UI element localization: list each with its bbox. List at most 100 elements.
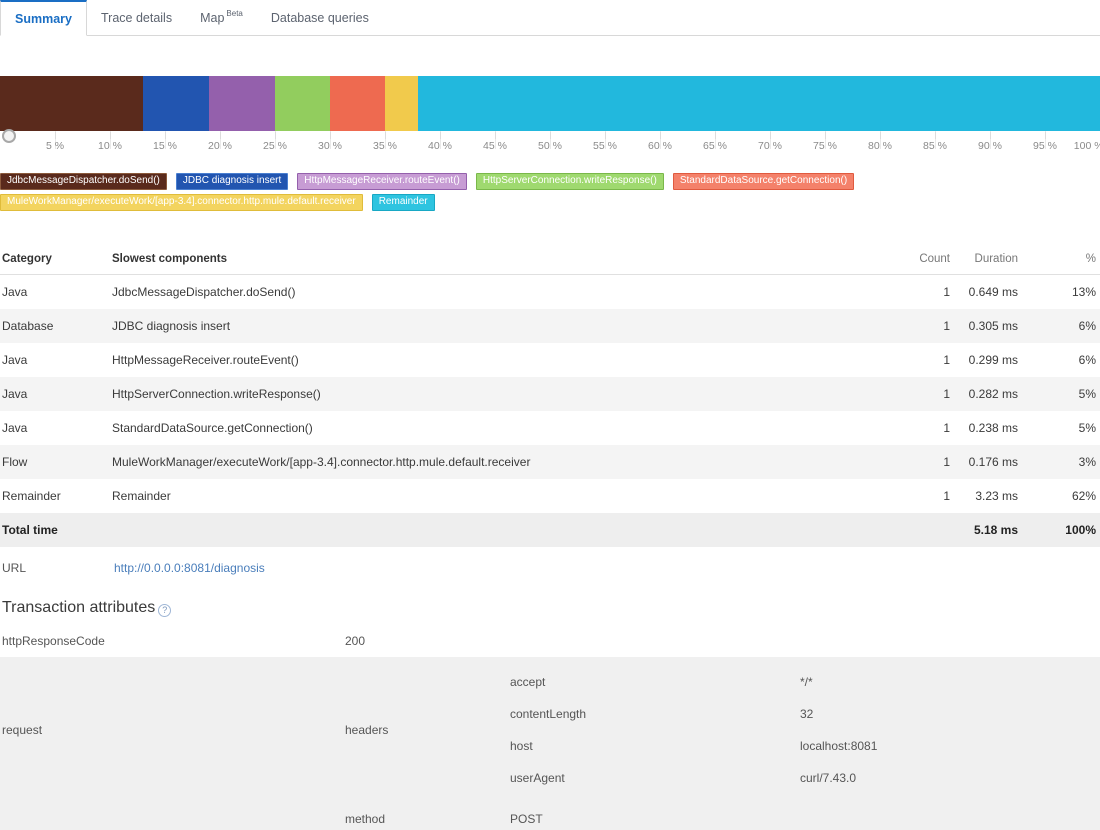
- tab-database-queries[interactable]: Database queries: [257, 0, 383, 35]
- cell-percent: 5%: [1078, 421, 1096, 435]
- cell-total-label: Total time: [2, 523, 58, 537]
- tab-summary[interactable]: Summary: [0, 0, 87, 36]
- legend-item[interactable]: HttpServerConnection.writeResponse(): [475, 173, 664, 190]
- request-header-value: curl/7.43.0: [800, 762, 1100, 794]
- cell-category: Java: [2, 353, 28, 367]
- axis-tick-label: 100 %: [1073, 140, 1100, 152]
- tab-map[interactable]: Map Beta: [186, 0, 257, 35]
- axis-tick-label: 25 %: [263, 140, 287, 152]
- request-header-value: localhost:8081: [800, 730, 1100, 762]
- cell-duration: 0.649 ms: [968, 285, 1018, 299]
- help-icon[interactable]: ?: [158, 603, 172, 617]
- cell-category: Remainder: [2, 489, 61, 503]
- table-row[interactable]: Java StandardDataSource.getConnection() 1 0…: [0, 411, 1100, 445]
- axis-tick-label: 5 %: [45, 140, 65, 152]
- legend-item[interactable]: JdbcMessageDispatcher.doSend(): [0, 173, 167, 190]
- cell-component: StandardDataSource.getConnection(): [112, 421, 313, 435]
- tab-trace-details[interactable]: Trace details: [87, 0, 186, 35]
- legend-item[interactable]: StandardDataSource.getConnection(): [672, 173, 855, 190]
- bar-segment[interactable]: [385, 76, 418, 131]
- column-header-duration[interactable]: Duration: [950, 246, 1046, 275]
- cell-component: HttpServerConnection.writeResponse(): [112, 387, 321, 401]
- cell-count: 1: [943, 455, 950, 469]
- request-headers-key-list: accept contentLength host userAgent: [510, 666, 800, 794]
- axis-tick: [605, 132, 606, 139]
- attr-row-request-method: method POST: [0, 803, 1100, 830]
- axis-tick-label: 45 %: [483, 140, 507, 152]
- request-attributes-table: request headers accept contentLength host u…: [0, 657, 1100, 830]
- table-row[interactable]: Java HttpMessageReceiver.routeEvent() 1 0.2…: [0, 343, 1100, 377]
- bar-segment[interactable]: [143, 76, 209, 131]
- cell-percent: 3%: [1078, 455, 1096, 469]
- axis-tick: [495, 132, 496, 139]
- table-row[interactable]: Remainder Remainder 1 3.23 ms 62%: [0, 479, 1100, 513]
- attr-value-http-response-code: 200: [345, 634, 366, 648]
- bar-segment[interactable]: [0, 76, 143, 131]
- axis-tick: [1045, 132, 1046, 139]
- axis-tick: [660, 132, 661, 139]
- request-header-key: host: [510, 730, 800, 762]
- attr-row-http-response-code: httpResponseCode 200: [0, 625, 1100, 657]
- cell-count: 1: [943, 489, 950, 503]
- url-row: URL http://0.0.0.0:8081/diagnosis: [0, 547, 1100, 585]
- bar-segment[interactable]: [275, 76, 330, 131]
- bar-segment[interactable]: [209, 76, 275, 131]
- request-header-key: userAgent: [510, 762, 800, 794]
- axis-tick-label: 55 %: [593, 140, 617, 152]
- axis-tick: [990, 132, 991, 139]
- table-row[interactable]: Database JDBC diagnosis insert 1 0.305 ms 6%: [0, 309, 1100, 343]
- cell-total-count: [866, 513, 950, 547]
- request-headers-values: */* 32 localhost:8081 curl/7.43.0: [800, 657, 1100, 803]
- request-header-key: contentLength: [510, 698, 800, 730]
- axis-tick: [165, 132, 166, 139]
- table-row[interactable]: Flow MuleWorkManager/executeWork/[app-3.4…: [0, 445, 1100, 479]
- axis-tick: [55, 132, 56, 139]
- request-headers-value-list: */* 32 localhost:8081 curl/7.43.0: [800, 666, 1100, 794]
- legend-item[interactable]: MuleWorkManager/executeWork/[app-3.4].co…: [0, 194, 363, 211]
- cell-duration: 0.238 ms: [968, 421, 1018, 435]
- axis-tick-label: 95 %: [1033, 140, 1057, 152]
- legend-row-secondary: MuleWorkManager/executeWork/[app-3.4].co…: [0, 194, 1100, 211]
- attr-key-http-response-code: httpResponseCode: [2, 634, 105, 648]
- request-attributes-body: request headers accept contentLength host u…: [0, 657, 1100, 830]
- legend-item[interactable]: Remainder: [371, 194, 435, 211]
- column-header-percent[interactable]: %: [1046, 246, 1100, 275]
- attr-value-method: POST: [510, 803, 800, 830]
- cell-duration: 0.299 ms: [968, 353, 1018, 367]
- axis-tick-label: 10 %: [98, 140, 122, 152]
- column-header-count[interactable]: Count: [866, 246, 950, 275]
- table-row[interactable]: Java HttpServerConnection.writeResponse()…: [0, 377, 1100, 411]
- request-header-key-row: accept: [510, 666, 800, 698]
- url-link[interactable]: http://0.0.0.0:8081/diagnosis: [114, 561, 265, 575]
- cell-component: Remainder: [112, 489, 171, 503]
- cell-category: Java: [2, 387, 28, 401]
- tab-map-beta-badge: Beta: [226, 9, 243, 18]
- request-headers-keys: accept contentLength host userAgent: [510, 657, 800, 803]
- column-header-category[interactable]: Category: [0, 246, 112, 275]
- column-header-component[interactable]: Slowest components: [112, 246, 866, 275]
- stacked-bar[interactable]: [0, 76, 1100, 131]
- range-slider-handle[interactable]: [2, 129, 16, 143]
- request-header-key-row: host: [510, 730, 800, 762]
- cell-total-component: [112, 513, 866, 547]
- axis-tick-label: 20 %: [208, 140, 232, 152]
- chart-legend: JdbcMessageDispatcher.doSend() JDBC diagn…: [0, 173, 1100, 211]
- axis-tick-label: 90 %: [978, 140, 1002, 152]
- url-label: URL: [2, 561, 27, 575]
- request-header-key-row: userAgent: [510, 762, 800, 794]
- legend-item[interactable]: HttpMessageReceiver.routeEvent(): [297, 173, 467, 190]
- bar-segment[interactable]: [418, 76, 1100, 131]
- percent-axis: 5 % 10 % 15 % 20 % 25 % 30 % 35 % 40 % 45 % 50 % 5…: [0, 132, 1100, 156]
- bar-segment[interactable]: [330, 76, 385, 131]
- summary-page: Summary Trace details Map Beta Database q…: [0, 0, 1100, 830]
- cell-percent: 5%: [1078, 387, 1096, 401]
- request-header-value: 32: [800, 698, 1100, 730]
- axis-tick: [935, 132, 936, 139]
- axis-tick: [440, 132, 441, 139]
- cell-duration: 3.23 ms: [975, 489, 1018, 503]
- cell-percent: 6%: [1078, 353, 1096, 367]
- legend-item[interactable]: JDBC diagnosis insert: [175, 173, 289, 190]
- axis-tick-label: 80 %: [868, 140, 892, 152]
- table-row[interactable]: Java JdbcMessageDispatcher.doSend() 1 0.649…: [0, 275, 1100, 310]
- attr-row-request: request headers accept contentLength host u…: [0, 657, 1100, 803]
